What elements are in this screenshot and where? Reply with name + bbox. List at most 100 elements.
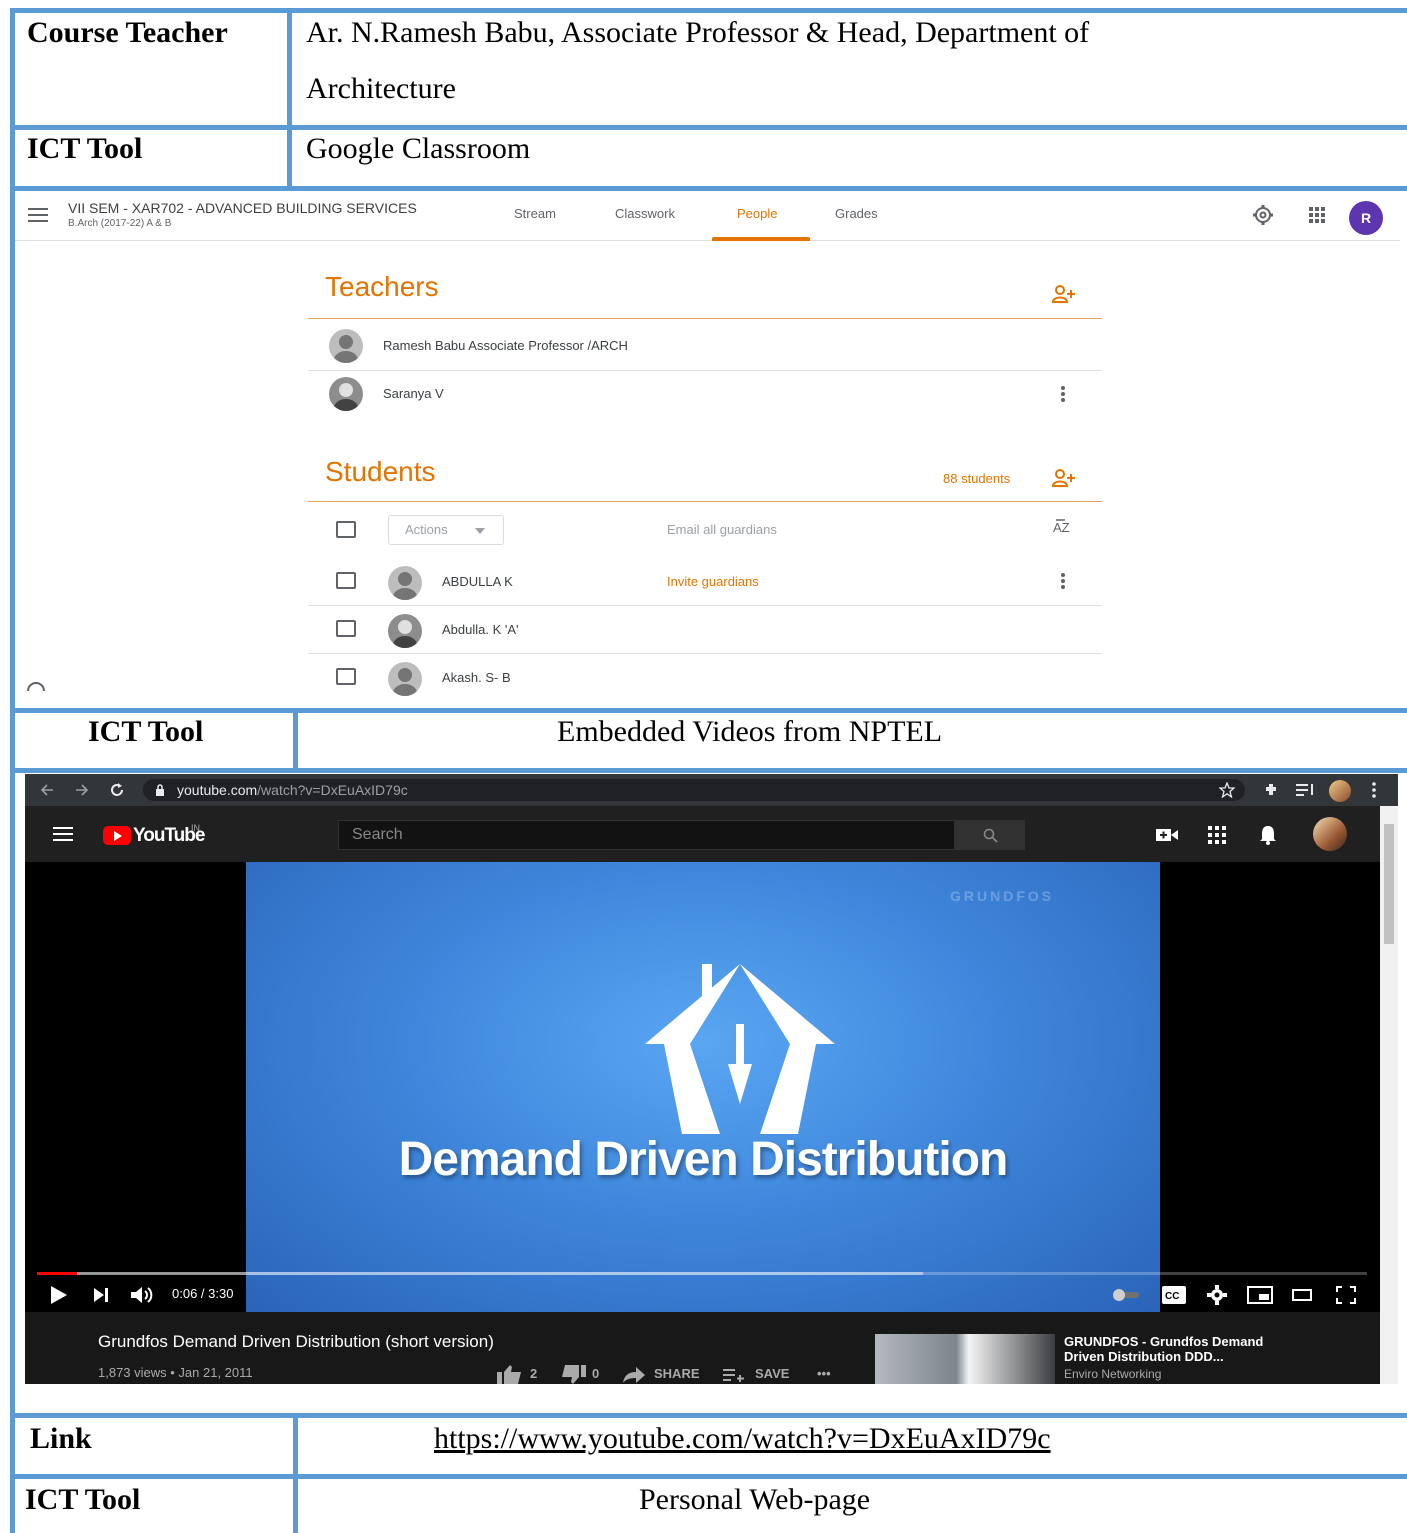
progress-played xyxy=(37,1272,77,1275)
share-icon[interactable] xyxy=(623,1367,645,1383)
video-watermark: GRUNDFOS xyxy=(950,888,1055,904)
star-icon[interactable] xyxy=(1219,782,1235,798)
apps-grid-icon[interactable] xyxy=(1208,826,1226,844)
video-info: Grundfos Demand Driven Distribution (sho… xyxy=(25,1312,1380,1384)
ict-tool-value: Embedded Videos from NPTEL xyxy=(557,715,943,748)
video-player[interactable]: GRUNDFOS Demand Driven Distribution 0:06… xyxy=(25,862,1380,1312)
back-icon[interactable] xyxy=(40,783,54,797)
student-name: Abdulla. K 'A' xyxy=(442,622,519,637)
actions-label: Actions xyxy=(405,522,448,537)
actions-dropdown[interactable]: Actions xyxy=(388,515,504,545)
help-icon[interactable] xyxy=(26,681,46,691)
link-label: Link xyxy=(30,1422,92,1455)
more-vert-icon[interactable] xyxy=(1061,386,1065,402)
student-checkbox[interactable] xyxy=(336,572,356,589)
student-checkbox[interactable] xyxy=(336,668,356,685)
avatar xyxy=(329,377,363,411)
search-input[interactable]: Search xyxy=(338,820,955,850)
table-border xyxy=(10,768,1407,773)
autoplay-toggle-icon[interactable] xyxy=(1111,1288,1141,1302)
create-video-icon[interactable] xyxy=(1156,827,1178,843)
next-icon[interactable] xyxy=(94,1288,108,1302)
document-page: Course Teacher Ar. N.Ramesh Babu, Associ… xyxy=(0,0,1407,1533)
share-button[interactable]: SHARE xyxy=(654,1366,700,1381)
tab-grades[interactable]: Grades xyxy=(835,206,878,221)
browser-toolbar: youtube.com/watch?v=DxEuAxID79c xyxy=(25,774,1398,806)
apps-grid-icon[interactable] xyxy=(1309,207,1325,223)
select-all-checkbox[interactable] xyxy=(336,521,356,538)
ict-tool-label: ICT Tool xyxy=(25,1483,141,1516)
dislike-count: 0 xyxy=(592,1366,600,1381)
settings-icon[interactable] xyxy=(1207,1285,1227,1305)
play-icon[interactable] xyxy=(51,1286,67,1304)
volume-icon[interactable] xyxy=(131,1286,155,1304)
ict-tool-label: ICT Tool xyxy=(88,715,204,748)
menu-icon[interactable] xyxy=(28,208,48,222)
playlist-icon[interactable] xyxy=(1296,783,1314,797)
teacher-name: Saranya V xyxy=(383,386,444,401)
avatar xyxy=(388,614,422,648)
theater-mode-icon[interactable] xyxy=(1292,1289,1312,1301)
student-name: ABDULLA K xyxy=(442,574,513,589)
invite-guardians-link[interactable]: Invite guardians xyxy=(667,574,759,589)
save-button[interactable]: SAVE xyxy=(755,1366,789,1381)
avatar xyxy=(329,329,363,363)
students-divider xyxy=(308,501,1102,502)
gear-icon[interactable] xyxy=(1252,204,1274,226)
class-title[interactable]: VII SEM - XAR702 - ADVANCED BUILDING SER… xyxy=(68,200,417,216)
table-border xyxy=(287,8,292,191)
video-link[interactable]: https://www.youtube.com/watch?v=DxEuAxID… xyxy=(434,1422,1051,1455)
student-checkbox[interactable] xyxy=(336,620,356,637)
scrollbar-thumb[interactable] xyxy=(1384,824,1394,944)
ict-tool-value: Google Classroom xyxy=(306,132,531,165)
youtube-logo-icon[interactable] xyxy=(103,826,131,845)
like-count: 2 xyxy=(530,1366,538,1381)
extensions-icon[interactable] xyxy=(1263,782,1279,798)
link-value[interactable]: https://www.youtube.com/watch?v=DxEuAxID… xyxy=(434,1411,1051,1467)
fullscreen-icon[interactable] xyxy=(1336,1286,1356,1304)
svg-text:CC: CC xyxy=(1165,1291,1179,1302)
menu-icon[interactable] xyxy=(53,827,73,841)
account-avatar[interactable]: R xyxy=(1349,201,1383,235)
search-icon xyxy=(983,828,998,843)
lock-icon xyxy=(156,784,164,796)
thumbs-up-icon[interactable] xyxy=(497,1365,523,1384)
add-person-icon[interactable] xyxy=(1052,285,1076,303)
table-border xyxy=(293,708,298,773)
tab-stream[interactable]: Stream xyxy=(514,206,556,221)
sort-az-icon[interactable]: AZ xyxy=(1053,518,1075,536)
avatar xyxy=(388,566,422,600)
youtube-header: YouTube IN Search xyxy=(25,806,1380,862)
related-video-title[interactable]: GRUNDFOS - Grundfos Demand Driven Distri… xyxy=(1064,1334,1294,1364)
google-classroom-screenshot: VII SEM - XAR702 - ADVANCED BUILDING SER… xyxy=(15,191,1407,708)
teachers-heading: Teachers xyxy=(325,271,439,302)
save-playlist-icon[interactable] xyxy=(723,1368,745,1382)
active-tab-indicator xyxy=(712,237,810,241)
scrollbar[interactable] xyxy=(1380,806,1398,1384)
video-frame: GRUNDFOS Demand Driven Distribution xyxy=(246,862,1160,1312)
more-actions-button[interactable]: ••• xyxy=(817,1366,831,1381)
more-vert-icon[interactable] xyxy=(1372,782,1376,798)
more-vert-icon[interactable] xyxy=(1061,573,1065,589)
miniplayer-icon[interactable] xyxy=(1247,1286,1273,1304)
add-person-icon[interactable] xyxy=(1052,469,1076,487)
profile-avatar[interactable] xyxy=(1329,780,1351,802)
course-teacher-value-line1: Ar. N.Ramesh Babu, Associate Professor &… xyxy=(306,16,1090,49)
email-all-guardians[interactable]: Email all guardians xyxy=(667,522,777,537)
related-video-channel: Enviro Networking xyxy=(1064,1367,1162,1381)
reload-icon[interactable] xyxy=(109,782,125,798)
dropdown-arrow-icon xyxy=(475,528,485,534)
ict-tool-value: Personal Web-page xyxy=(639,1483,871,1516)
bell-icon[interactable] xyxy=(1259,825,1277,845)
row-divider xyxy=(308,653,1102,654)
related-video-thumbnail[interactable] xyxy=(875,1334,1055,1384)
thumbs-down-icon[interactable] xyxy=(560,1365,586,1384)
profile-avatar[interactable] xyxy=(1313,817,1347,851)
ict-tool-label: ICT Tool xyxy=(27,132,143,165)
avatar xyxy=(388,662,422,696)
tab-classwork[interactable]: Classwork xyxy=(615,206,675,221)
tab-people[interactable]: People xyxy=(737,206,777,221)
captions-icon[interactable]: CC xyxy=(1162,1286,1186,1304)
forward-icon[interactable] xyxy=(75,783,89,797)
search-button[interactable] xyxy=(955,820,1025,850)
